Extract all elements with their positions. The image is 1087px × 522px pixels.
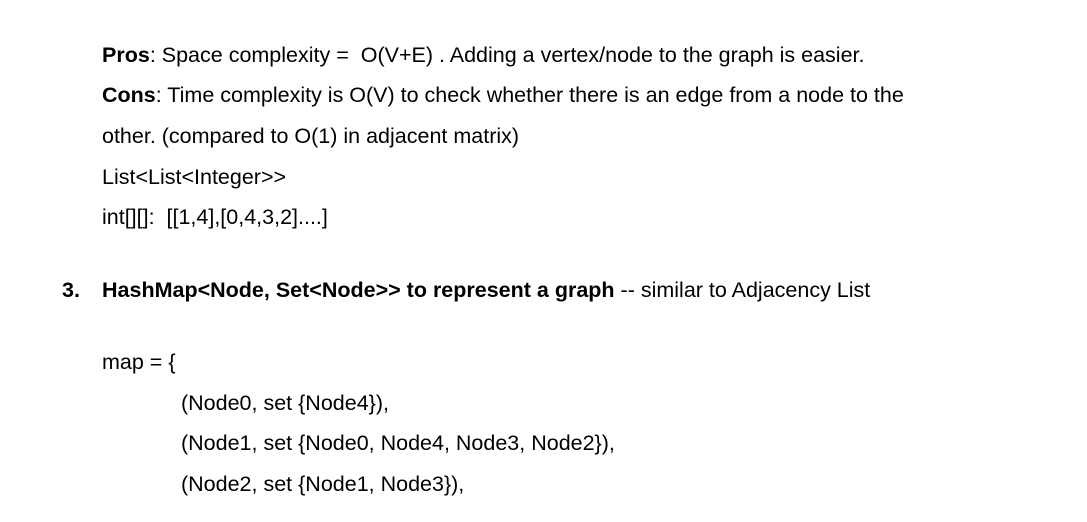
- section-number: 3.: [62, 278, 80, 302]
- map-open-line: map = {: [102, 350, 176, 374]
- section-heading-suffix: -- similar to Adjacency List: [614, 278, 871, 302]
- cons-line: Cons: Time complexity is O(V) to check w…: [102, 81, 904, 109]
- section-heading: HashMap<Node, Set<Node>> to represent a …: [102, 278, 615, 302]
- cons-continued-line: other. (compared to O(1) in adjacent mat…: [102, 124, 520, 148]
- map-entry-0: (Node0, set {Node4}),: [181, 391, 389, 415]
- cons-label: Cons: [102, 83, 156, 107]
- int-array-line: int[][]: [[1,4],[0,4,3,2]....]: [102, 205, 328, 229]
- list-type-line: List<List<Integer>>: [102, 165, 287, 189]
- pros-label: Pros: [102, 43, 150, 67]
- pros-text: : Space complexity = O(V+E) . Adding a v…: [149, 43, 865, 67]
- map-entry-1: (Node1, set {Node0, Node4, Node3, Node2}…: [181, 431, 615, 455]
- map-entry-2: (Node2, set {Node1, Node3}),: [181, 472, 465, 496]
- cons-text: : Time complexity is O(V) to check wheth…: [155, 83, 904, 107]
- section-heading-line: HashMap<Node, Set<Node>> to represent a …: [102, 276, 870, 304]
- pros-line: Pros: Space complexity = O(V+E) . Adding…: [102, 41, 865, 69]
